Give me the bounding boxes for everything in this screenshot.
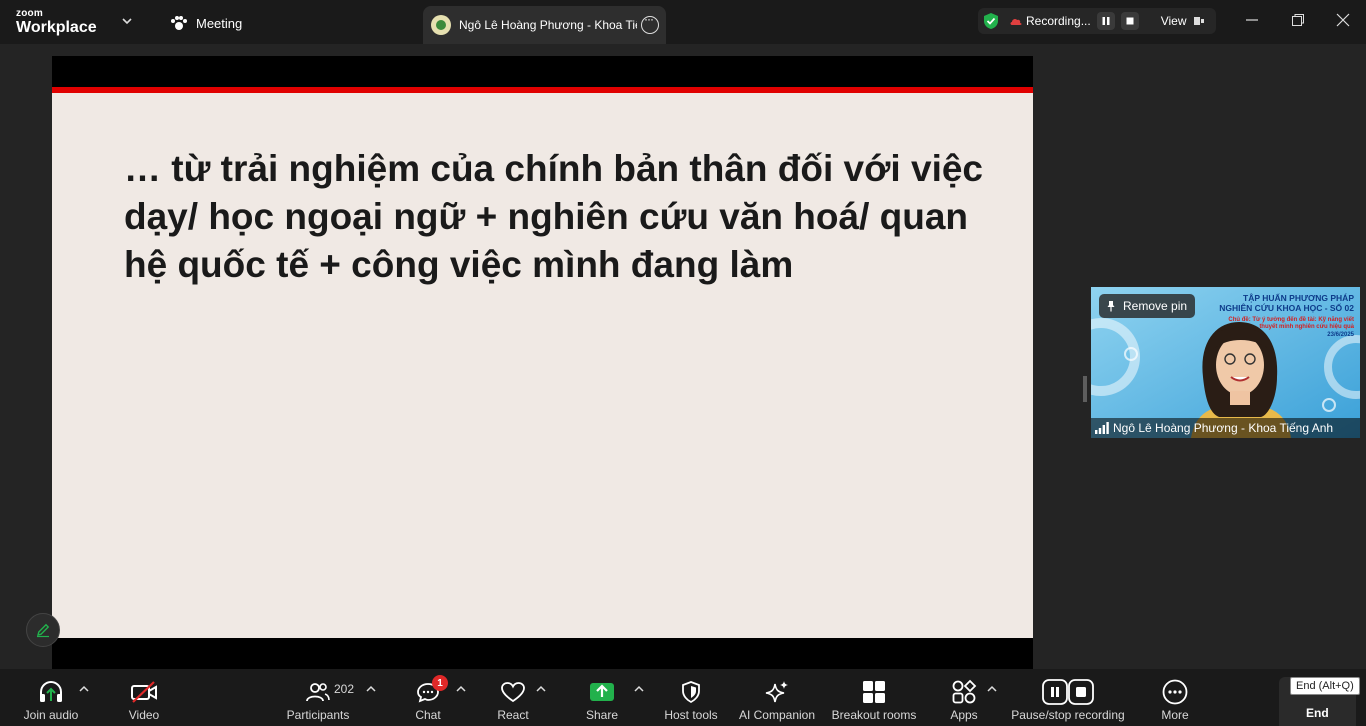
view-layout-icon bbox=[1193, 17, 1204, 25]
more-icon bbox=[1162, 679, 1188, 705]
host-tools-button[interactable]: Host tools bbox=[661, 669, 721, 726]
host-tools-label: Host tools bbox=[664, 708, 718, 722]
pause-stop-icon bbox=[1042, 679, 1094, 705]
pause-icon bbox=[1102, 17, 1110, 25]
breakout-rooms-button[interactable]: Breakout rooms bbox=[829, 669, 919, 726]
top-bar: zoom Workplace Meeting Ngô Lê Hoàng Phươ… bbox=[0, 0, 1366, 44]
grid-icon bbox=[863, 681, 885, 703]
share-label: Share bbox=[585, 708, 619, 722]
logo-big-text: Workplace bbox=[16, 19, 97, 36]
apps-icon bbox=[952, 679, 977, 704]
chevron-up-icon[interactable] bbox=[536, 685, 546, 693]
join-audio-label: Join audio bbox=[23, 708, 79, 722]
video-banner-date: 23/6/2025 bbox=[1327, 332, 1354, 338]
video-label: Video bbox=[128, 708, 160, 722]
breakout-rooms-label: Breakout rooms bbox=[831, 708, 917, 722]
participant-name: Ngô Lê Hoàng Phương - Khoa Tiếng Anh bbox=[1113, 421, 1334, 435]
participant-count: 202 bbox=[334, 682, 355, 696]
shield-icon bbox=[682, 681, 700, 704]
video-off-icon bbox=[131, 681, 157, 703]
chevron-up-icon[interactable] bbox=[634, 685, 644, 693]
zoom-workplace-logo[interactable]: zoom Workplace bbox=[16, 9, 97, 36]
paw-icon bbox=[171, 16, 187, 30]
participants-button[interactable]: Participants bbox=[285, 669, 351, 726]
more-button[interactable]: More bbox=[1155, 669, 1195, 726]
apps-label: Apps bbox=[950, 708, 978, 722]
pause-recording-button[interactable] bbox=[1096, 12, 1115, 30]
share-screen-icon bbox=[590, 683, 614, 701]
ai-companion-label: AI Companion bbox=[738, 708, 816, 722]
restore-icon[interactable] bbox=[1290, 12, 1306, 28]
video-banner-subtitle: Chủ đề: Từ ý tưởng đến đề tài: Kỹ năng v… bbox=[1228, 317, 1354, 330]
remove-pin-button[interactable]: Remove pin bbox=[1099, 294, 1196, 318]
sparkle-icon bbox=[765, 681, 788, 703]
participants-label: Participants bbox=[286, 708, 350, 722]
tab-meeting-label: Meeting bbox=[196, 15, 243, 31]
end-label: End bbox=[1306, 706, 1329, 720]
chevron-up-icon[interactable] bbox=[366, 685, 376, 693]
pause-stop-recording-button[interactable]: Pause/stop recording bbox=[1010, 669, 1126, 726]
shared-screen[interactable]: … từ trải nghiệm của chính bản thân đối … bbox=[52, 56, 1033, 669]
tab-active-participant[interactable]: Ngô Lê Hoàng Phương - Khoa Tiế bbox=[423, 6, 666, 44]
headphones-icon bbox=[40, 680, 62, 702]
chevron-down-icon[interactable] bbox=[120, 14, 134, 28]
more-options-icon[interactable] bbox=[641, 12, 659, 34]
tab-meeting[interactable]: Meeting bbox=[170, 12, 242, 34]
remove-pin-label: Remove pin bbox=[1123, 299, 1188, 313]
meeting-toolbar: Join audio Video Participants 202 1 Chat… bbox=[0, 669, 1366, 726]
join-audio-button[interactable]: Join audio bbox=[22, 669, 80, 726]
annotate-button[interactable] bbox=[26, 613, 60, 647]
participant-video-tile[interactable]: TẬP HUẤN PHƯƠNG PHÁP NGHIÊN CỨU KHOA HỌC… bbox=[1091, 287, 1360, 438]
pin-icon bbox=[1107, 301, 1115, 312]
pencil-icon bbox=[37, 623, 50, 638]
view-button[interactable]: View bbox=[1161, 14, 1187, 28]
participant-name-bar: Ngô Lê Hoàng Phương - Khoa Tiếng Anh bbox=[1091, 418, 1360, 438]
logo-small-text: zoom bbox=[16, 8, 43, 19]
shield-check-icon[interactable] bbox=[982, 12, 1000, 30]
avatar bbox=[431, 15, 451, 35]
chat-button[interactable]: 1 Chat bbox=[410, 669, 448, 726]
video-banner-title: TẬP HUẤN PHƯƠNG PHÁP NGHIÊN CỨU KHOA HỌC… bbox=[1219, 293, 1354, 313]
participants-icon bbox=[306, 683, 330, 702]
recording-label: Recording... bbox=[1026, 14, 1091, 28]
chevron-up-icon[interactable] bbox=[987, 685, 997, 693]
slide: … từ trải nghiệm của chính bản thân đối … bbox=[52, 93, 1033, 638]
apps-button[interactable]: Apps bbox=[944, 669, 984, 726]
chevron-up-icon[interactable] bbox=[456, 685, 466, 693]
share-button[interactable]: Share bbox=[582, 669, 622, 726]
close-icon[interactable] bbox=[1335, 12, 1351, 28]
ai-companion-button[interactable]: AI Companion bbox=[737, 669, 817, 726]
minimize-icon[interactable] bbox=[1244, 12, 1260, 28]
recording-status: Recording... View bbox=[978, 8, 1216, 34]
chevron-up-icon[interactable] bbox=[79, 685, 89, 693]
pause-recording-label: Pause/stop recording bbox=[1011, 708, 1125, 722]
more-label: More bbox=[1161, 708, 1189, 722]
cloud-recording-icon bbox=[1010, 18, 1022, 25]
slide-text: … từ trải nghiệm của chính bản thân đối … bbox=[124, 148, 984, 285]
video-button[interactable]: Video bbox=[124, 669, 164, 726]
stop-recording-button[interactable] bbox=[1120, 12, 1139, 30]
stop-icon bbox=[1126, 17, 1134, 25]
resize-handle-icon[interactable] bbox=[1083, 376, 1087, 402]
heart-icon bbox=[501, 682, 525, 703]
chat-label: Chat bbox=[415, 708, 441, 722]
react-label: React bbox=[497, 708, 529, 722]
react-button[interactable]: React bbox=[493, 669, 533, 726]
end-tooltip: End (Alt+Q) bbox=[1290, 677, 1360, 695]
chat-badge: 1 bbox=[432, 675, 448, 691]
signal-strength-icon bbox=[1095, 422, 1109, 434]
tab-active-label: Ngô Lê Hoàng Phương - Khoa Tiế bbox=[459, 18, 637, 32]
